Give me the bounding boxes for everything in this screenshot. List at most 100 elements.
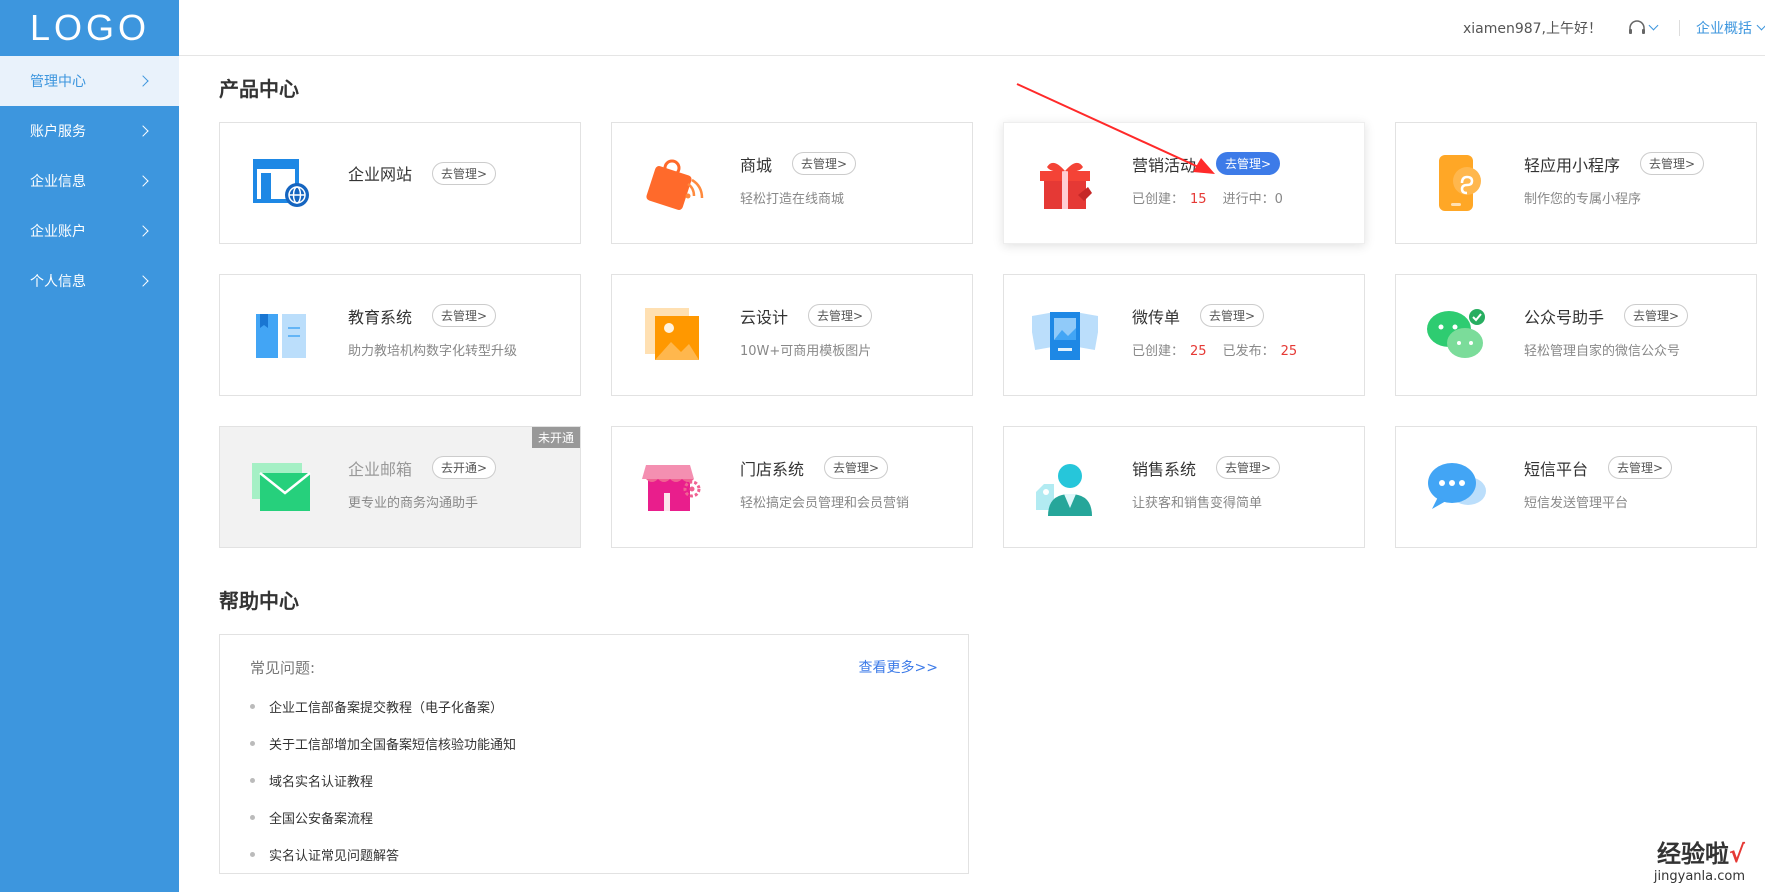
faq-item[interactable]: 域名实名认证教程	[250, 762, 938, 799]
manage-button[interactable]: 去管理>	[792, 152, 857, 175]
activate-button[interactable]: 去开通>	[432, 456, 497, 479]
manage-button[interactable]: 去管理>	[1640, 152, 1705, 175]
published-label: 已发布：	[1222, 343, 1275, 359]
product-name: 短信平台	[1524, 459, 1589, 479]
product-card-cloud-design[interactable]: 云设计 去管理> 10W+可商用模板图片	[611, 274, 973, 396]
customer-service-button[interactable]	[1628, 19, 1659, 36]
product-card-flyer[interactable]: 微传单 去管理> 已创建： 25 已发布： 25	[1003, 274, 1365, 396]
product-card-enterprise-mail[interactable]: 未开通 企业邮箱 去开通> 更专业的商务沟通助手	[219, 426, 581, 548]
manage-button[interactable]: 去管理>	[432, 161, 497, 185]
sidebar-item-label: 企业账户	[30, 224, 86, 240]
product-name: 轻应用小程序	[1524, 155, 1621, 175]
manage-button[interactable]: 去管理>	[1216, 456, 1281, 479]
sidebar-item-label: 个人信息	[30, 274, 86, 290]
overview-dropdown[interactable]: 企业概括	[1696, 18, 1765, 38]
overview-label: 企业概括	[1696, 20, 1752, 37]
product-card-mini-program[interactable]: 轻应用小程序 去管理> 制作您的专属小程序	[1395, 122, 1757, 244]
sidebar-item-personal-info[interactable]: 个人信息	[0, 256, 179, 306]
product-card-website[interactable]: 企业网站 去管理>	[219, 122, 581, 244]
help-center-title: 帮助中心	[219, 589, 299, 613]
chevron-right-icon	[137, 225, 149, 237]
product-card-official-account[interactable]: 公众号助手 去管理> 轻松管理自家的微信公众号	[1395, 274, 1757, 396]
website-icon	[248, 150, 314, 216]
chevron-right-icon	[137, 175, 149, 187]
sidebar-item-management-center[interactable]: 管理中心	[0, 56, 179, 106]
product-desc: 轻松搞定会员管理和会员营销	[740, 495, 910, 511]
product-name: 微传单	[1132, 307, 1181, 327]
sidebar-item-company-info[interactable]: 企业信息	[0, 156, 179, 206]
product-stats: 已创建： 15 进行中：0	[1132, 188, 1283, 207]
gift-icon	[1032, 150, 1098, 216]
book-icon	[248, 302, 314, 368]
product-card-mall[interactable]: 商城 去管理> 轻松打造在线商城	[611, 122, 973, 244]
product-card-marketing[interactable]: 营销活动 去管理> 已创建： 15 进行中：0	[1003, 122, 1365, 244]
checkmark-icon: √	[1728, 840, 1745, 868]
sidebar-item-label: 管理中心	[30, 74, 86, 90]
sms-icon	[1424, 454, 1490, 520]
product-stats: 已创建： 25 已发布： 25	[1132, 340, 1313, 359]
main-content: 产品中心 企业网站 去管理> 商城 去管理> 轻松打造在线商城 营销活动 去管理…	[219, 56, 1765, 874]
product-desc: 制作您的专属小程序	[1524, 191, 1642, 207]
ongoing-label: 进行中：	[1222, 191, 1275, 207]
chevron-right-icon	[137, 275, 149, 287]
product-name: 云设计	[740, 307, 789, 327]
chevron-right-icon	[137, 75, 149, 87]
sidebar: LOGO 管理中心 账户服务 企业信息 企业账户 个人信息	[0, 0, 179, 892]
chevron-right-icon	[137, 125, 149, 137]
status-badge: 未开通	[531, 427, 580, 448]
headset-icon	[1629, 19, 1645, 34]
manage-button[interactable]: 去管理>	[808, 304, 873, 327]
created-count: 15	[1190, 191, 1207, 207]
product-name: 公众号助手	[1524, 307, 1605, 327]
manage-button[interactable]: 去管理>	[1216, 152, 1281, 175]
product-desc: 短信发送管理平台	[1524, 495, 1629, 511]
watermark-text: 经验啦	[1656, 840, 1729, 868]
manage-button[interactable]: 去管理>	[1200, 304, 1265, 327]
faq-item[interactable]: 全国公安备案流程	[250, 799, 938, 836]
published-count: 25	[1280, 343, 1298, 359]
sidebar-item-label: 账户服务	[30, 124, 86, 140]
product-card-education[interactable]: 教育系统 去管理> 助力教培机构数字化转型升级	[219, 274, 581, 396]
product-card-sales[interactable]: 销售系统 去管理> 让获客和销售变得简单	[1003, 426, 1365, 548]
image-icon	[640, 302, 706, 368]
manage-button[interactable]: 去管理>	[824, 456, 889, 479]
manage-button[interactable]: 去管理>	[1624, 304, 1689, 327]
ongoing-count: 0	[1274, 191, 1283, 207]
topbar: xiamen987,上午好！ 企业概括	[179, 0, 1765, 56]
faq-list: 企业工信部备案提交教程（电子化备案） 关于工信部增加全国备案短信核验功能通知 域…	[250, 688, 938, 873]
product-name: 商城	[740, 155, 773, 175]
divider	[1679, 19, 1680, 36]
created-label: 已创建：	[1132, 191, 1185, 207]
product-card-sms[interactable]: 短信平台 去管理> 短信发送管理平台	[1395, 426, 1757, 548]
product-grid: 企业网站 去管理> 商城 去管理> 轻松打造在线商城 营销活动 去管理> 已创建…	[219, 122, 1765, 548]
logo: LOGO	[30, 7, 151, 48]
manage-button[interactable]: 去管理>	[1608, 456, 1673, 479]
manage-button[interactable]: 去管理>	[432, 304, 497, 327]
product-name: 企业网站	[348, 165, 413, 184]
sidebar-item-company-account[interactable]: 企业账户	[0, 206, 179, 256]
product-desc: 助力教培机构数字化转型升级	[348, 343, 518, 359]
view-more-link[interactable]: 查看更多>>	[859, 657, 938, 678]
product-desc: 更专业的商务沟通助手	[348, 495, 479, 511]
sidebar-item-account-service[interactable]: 账户服务	[0, 106, 179, 156]
product-desc: 轻松管理自家的微信公众号	[1524, 343, 1681, 359]
product-name: 销售系统	[1132, 459, 1197, 479]
store-icon	[640, 454, 706, 520]
help-center-panel: 常见问题: 查看更多>> 企业工信部备案提交教程（电子化备案） 关于工信部增加全…	[219, 634, 969, 874]
faq-item[interactable]: 实名认证常见问题解答	[250, 836, 938, 873]
mini-program-icon	[1424, 150, 1490, 216]
watermark: 经验啦√ jingyanla.com	[1654, 834, 1745, 884]
chevron-down-icon	[1756, 20, 1765, 31]
shopping-bag-icon	[640, 150, 706, 216]
created-count: 25	[1190, 343, 1207, 359]
greeting: xiamen987,上午好！	[1462, 20, 1602, 37]
faq-item[interactable]: 企业工信部备案提交教程（电子化备案）	[250, 688, 938, 725]
created-label: 已创建：	[1132, 343, 1185, 359]
chevron-down-icon	[1648, 20, 1659, 31]
product-name: 企业邮箱	[348, 459, 413, 479]
product-card-store[interactable]: 门店系统 去管理> 轻松搞定会员管理和会员营销	[611, 426, 973, 548]
faq-item[interactable]: 关于工信部增加全国备案短信核验功能通知	[250, 725, 938, 762]
product-name: 营销活动	[1132, 155, 1197, 175]
product-desc: 10W+可商用模板图片	[740, 343, 872, 359]
faq-label: 常见问题:	[250, 659, 316, 677]
